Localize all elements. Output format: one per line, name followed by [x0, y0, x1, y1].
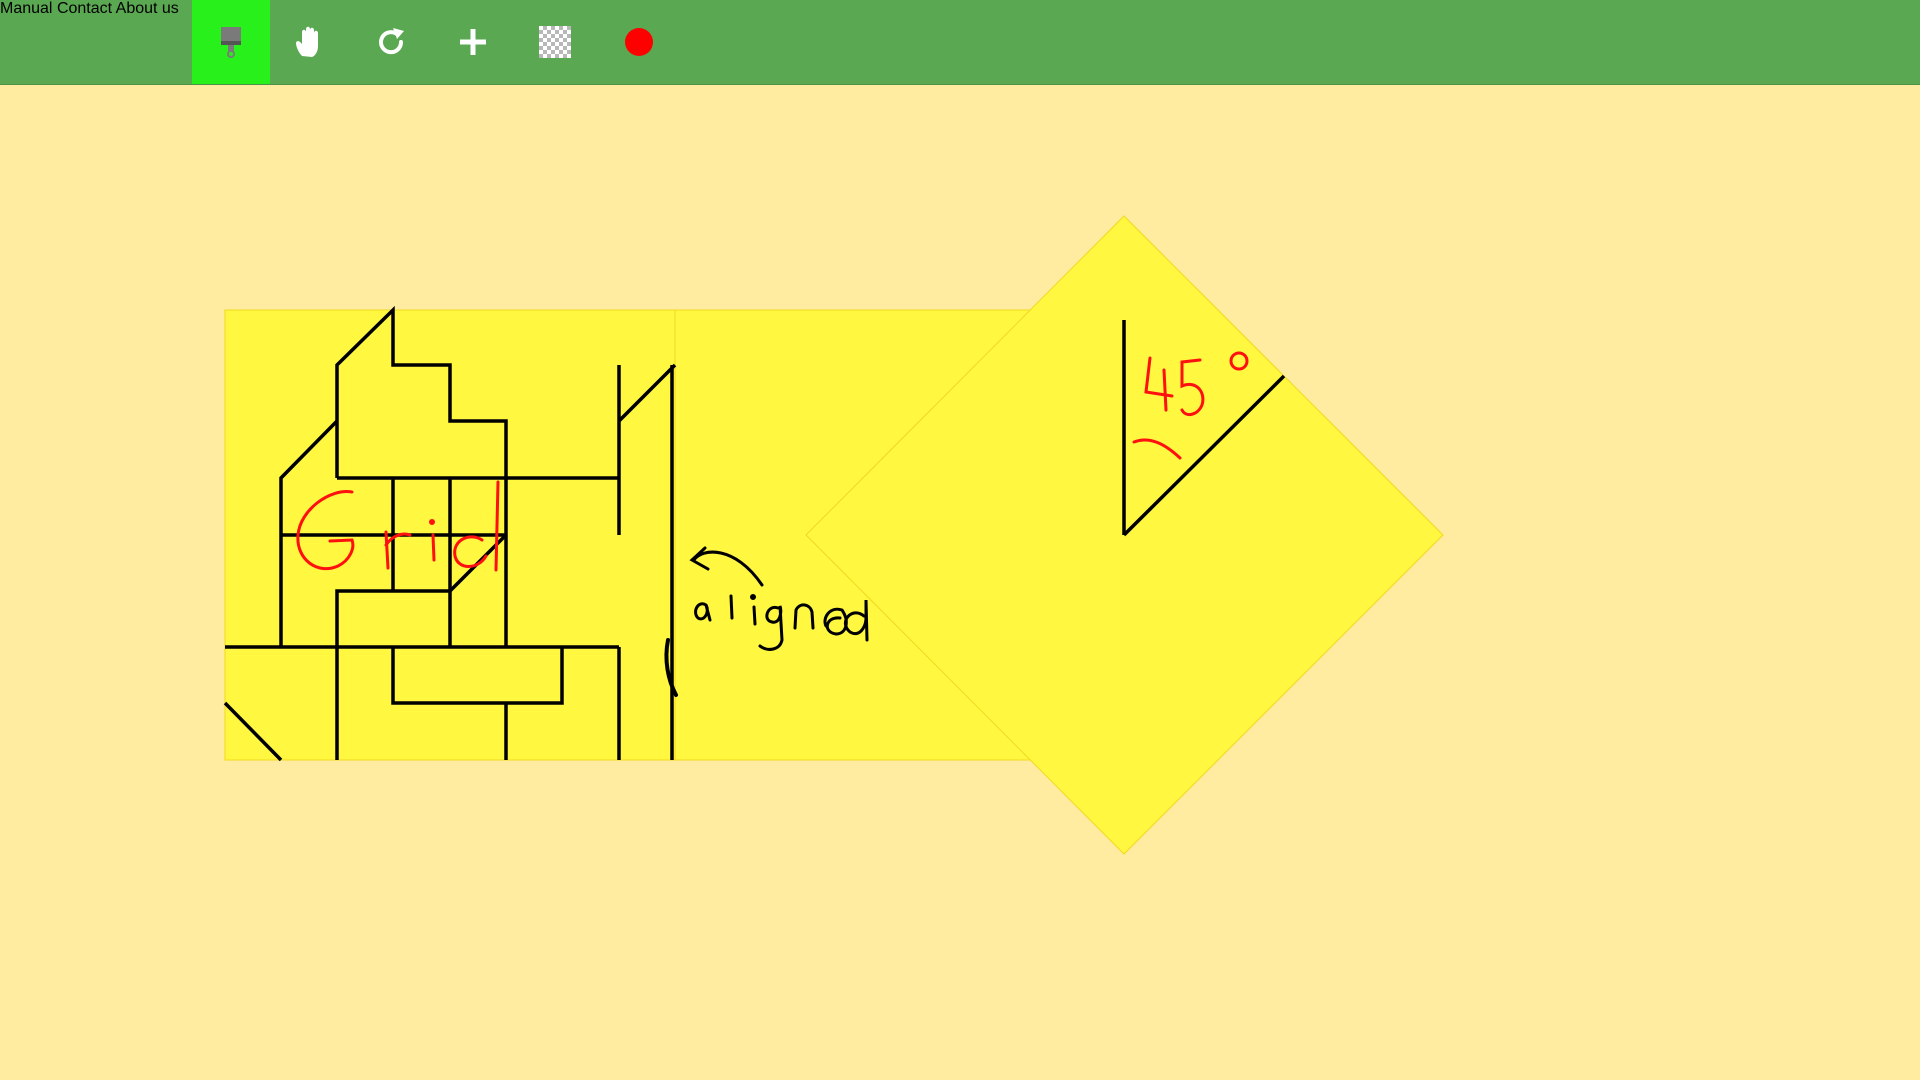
- drawing-canvas[interactable]: [0, 0, 1920, 1080]
